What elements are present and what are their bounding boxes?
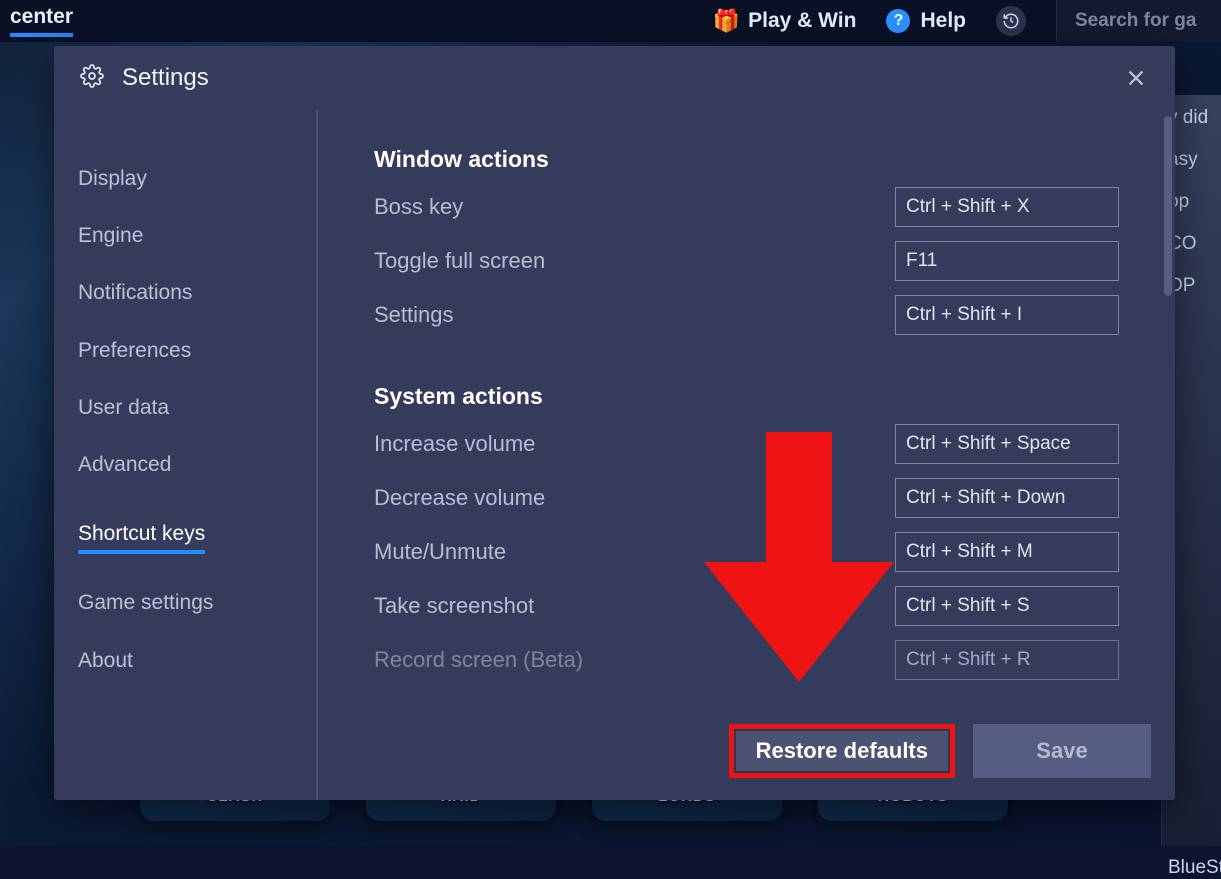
row-boss-key: Boss key Ctrl + Shift + X (374, 187, 1119, 227)
sidebar-item-game-settings[interactable]: Game settings (78, 574, 316, 631)
row-take-screenshot: Take screenshot Ctrl + Shift + S (374, 586, 1119, 626)
search-placeholder: Search for ga (1075, 10, 1196, 32)
label-settings-shortcut: Settings (374, 302, 454, 328)
search-input[interactable]: Search for ga (1056, 0, 1221, 42)
close-icon (1125, 67, 1147, 89)
label-take-screenshot: Take screenshot (374, 593, 534, 619)
label-record-screen: Record screen (Beta) (374, 647, 583, 673)
label-toggle-full-screen: Toggle full screen (374, 248, 545, 274)
label-boss-key: Boss key (374, 194, 463, 220)
help-label: Help (920, 9, 966, 33)
key-increase-volume[interactable]: Ctrl + Shift + Space (895, 424, 1119, 464)
key-boss-key[interactable]: Ctrl + Shift + X (895, 187, 1119, 227)
key-settings-shortcut[interactable]: Ctrl + Shift + I (895, 295, 1119, 335)
label-decrease-volume: Decrease volume (374, 485, 545, 511)
modal-header: Settings (54, 46, 1175, 110)
sidebar-item-notifications[interactable]: Notifications (78, 264, 316, 321)
modal-body: Display Engine Notifications Preferences… (54, 110, 1175, 800)
brand-tab[interactable]: center (10, 5, 73, 37)
close-button[interactable] (1119, 61, 1153, 95)
sidebar-item-shortcut-keys[interactable]: Shortcut keys (78, 505, 205, 554)
sidebar-item-preferences[interactable]: Preferences (78, 322, 316, 379)
section-window-actions-title: Window actions (374, 146, 1119, 173)
row-decrease-volume: Decrease volume Ctrl + Shift + Down (374, 478, 1119, 518)
row-mute-unmute: Mute/Unmute Ctrl + Shift + M (374, 532, 1119, 572)
key-take-screenshot[interactable]: Ctrl + Shift + S (895, 586, 1119, 626)
settings-content: Window actions Boss key Ctrl + Shift + X… (318, 110, 1175, 800)
help-link[interactable]: ? Help (886, 9, 966, 33)
key-record-screen[interactable]: Ctrl + Shift + R (895, 640, 1119, 680)
row-settings-shortcut: Settings Ctrl + Shift + I (374, 295, 1119, 335)
sidebar-item-display[interactable]: Display (78, 150, 316, 207)
restore-defaults-button[interactable]: Restore defaults (729, 724, 955, 778)
sidebar-item-user-data[interactable]: User data (78, 379, 316, 436)
history-button[interactable] (996, 6, 1026, 36)
sidebar-item-about[interactable]: About (78, 632, 316, 689)
topbar: center 🎁 Play & Win ? Help Search for ga (0, 0, 1221, 42)
modal-footer: Restore defaults Save (729, 724, 1151, 778)
save-button[interactable]: Save (973, 724, 1151, 778)
label-increase-volume: Increase volume (374, 431, 535, 457)
section-system-actions-title: System actions (374, 383, 1119, 410)
gear-icon (80, 64, 104, 93)
label-mute-unmute: Mute/Unmute (374, 539, 506, 565)
gift-icon: 🎁 (714, 9, 738, 33)
key-mute-unmute[interactable]: Ctrl + Shift + M (895, 532, 1119, 572)
scrollbar-thumb[interactable] (1164, 116, 1172, 296)
sidebar-item-advanced[interactable]: Advanced (78, 436, 316, 493)
modal-title: Settings (122, 64, 209, 92)
row-increase-volume: Increase volume Ctrl + Shift + Space (374, 424, 1119, 464)
play-and-win-label: Play & Win (748, 9, 856, 33)
sidebar-item-engine[interactable]: Engine (78, 207, 316, 264)
key-toggle-full-screen[interactable]: F11 (895, 241, 1119, 281)
history-icon (1002, 12, 1020, 30)
play-and-win-link[interactable]: 🎁 Play & Win (714, 9, 856, 33)
settings-modal: Settings Display Engine Notifications Pr… (54, 46, 1175, 800)
help-icon: ? (886, 9, 910, 33)
settings-sidebar: Display Engine Notifications Preferences… (54, 110, 318, 800)
key-decrease-volume[interactable]: Ctrl + Shift + Down (895, 478, 1119, 518)
row-toggle-full-screen: Toggle full screen F11 (374, 241, 1119, 281)
row-record-screen: Record screen (Beta) Ctrl + Shift + R (374, 640, 1119, 680)
